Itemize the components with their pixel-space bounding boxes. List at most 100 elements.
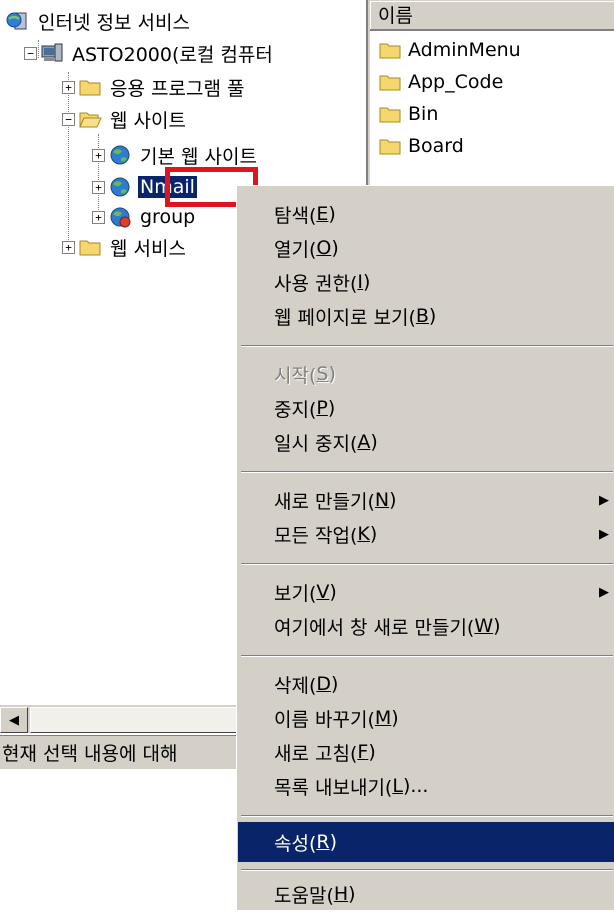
status-text: 현재 선택 내용에 대해 [2,743,178,765]
menu-item-new-window[interactable]: 여기에서 창 새로 만들기(W) [238,606,614,646]
menu-label-suffix: ) [329,581,337,603]
folder-open-icon [79,112,102,128]
tree-item-iis-root[interactable]: 인터넷 정보 서비스 [6,6,192,36]
context-menu: 탐색(E) 열기(O) 사용 권한(I) 웹 페이지로 보기(B) 시작(S) … [236,185,614,910]
menu-separator [241,563,613,565]
menu-label: 웹 페이지로 보기( [274,306,416,329]
menu-label-suffix: ) [327,397,336,419]
globe-icon [110,177,130,197]
menu-label: 속성( [274,832,317,855]
computer-icon [41,43,63,62]
tree-label: 인터넷 정보 서비스 [38,11,190,34]
menu-label-suffix: ) [370,431,378,453]
tree-label: 응용 프로그램 풀 [110,77,245,100]
menu-label-suffix: ) [391,707,399,729]
submenu-arrow-icon: ▶ [599,584,609,600]
list-item[interactable]: Bin [378,98,438,130]
list-item[interactable]: AdminMenu [378,34,521,66]
tree-label: ASTO2000(로컬 컴퓨터 [72,43,273,66]
menu-mnemonic: R [316,831,330,853]
menu-item-browse[interactable]: 웹 페이지로 보기(B) [238,296,614,336]
menu-item-pause[interactable]: 일시 중지(A) [238,422,614,462]
list-item-label: Board [408,135,464,157]
menu-label: 모든 작업( [274,524,358,547]
expand-icon[interactable]: + [62,240,75,254]
tree-item-web-services[interactable]: + 웹 서비스 [62,232,188,262]
tree-item-default-site[interactable]: + 기본 웹 사이트 [92,140,259,170]
list-item[interactable]: App_Code [378,66,503,98]
menu-label: 시작( [274,364,317,387]
tree-label: group [140,206,196,228]
menu-item-export-list[interactable]: 목록 내보내기(L)... [238,766,614,806]
list-item-label: Bin [408,103,439,125]
menu-label-suffix: ) [369,523,378,545]
folder-icon [379,75,401,91]
folder-icon [379,107,401,123]
column-header-name[interactable]: 이름 [370,1,614,30]
menu-mnemonic: W [474,615,494,637]
menu-label-suffix: ) [329,831,337,853]
menu-item-all-tasks[interactable]: 모든 작업(K) ▶ [238,514,614,554]
list-pane[interactable]: 이름 AdminMenu App_Code Bin Board [368,0,614,190]
iis-server-icon [6,12,27,30]
menu-mnemonic: E [316,203,329,225]
list-item[interactable]: Board [378,130,464,162]
expand-icon[interactable]: + [92,180,105,194]
menu-label-suffix: ) [368,741,376,763]
menu-label: 이름 바꾸기( [274,708,375,731]
expand-icon[interactable]: + [92,148,105,162]
menu-separator [241,655,613,657]
tree-label: 웹 서비스 [110,237,186,260]
menu-label-suffix: ) [328,363,336,385]
menu-separator [241,471,613,473]
expand-icon[interactable]: + [92,210,105,224]
folder-icon [79,80,101,96]
menu-separator [241,345,613,347]
menu-label: 보기( [274,582,317,605]
menu-label-suffix: ) [493,615,501,637]
menu-label-suffix: ) [389,489,397,511]
menu-label-suffix: ) [362,271,371,293]
menu-mnemonic: A [357,431,371,453]
collapse-icon[interactable]: − [24,46,37,60]
menu-label: 열기( [274,238,317,261]
menu-mnemonic: D [316,673,332,695]
submenu-arrow-icon: ▶ [599,492,609,508]
menu-label-suffix: ) [328,203,336,225]
menu-label: 여기에서 창 새로 만들기( [274,616,475,639]
tree-item-app-pools[interactable]: + 응용 프로그램 풀 [62,72,246,102]
menu-mnemonic: N [374,489,390,511]
list-item-label: AdminMenu [408,39,521,61]
menu-item-properties[interactable]: 속성(R) [238,822,614,862]
menu-label-suffix: ) [331,237,339,259]
triangle-left-icon: ◀ [9,712,19,728]
menu-label: 도움말( [274,884,334,907]
tree-item-web-sites[interactable]: − 웹 사이트 [62,104,188,134]
menu-mnemonic: O [316,237,332,259]
menu-mnemonic: B [415,305,429,327]
menu-label-suffix: )... [402,775,429,797]
menu-separator [241,815,613,817]
globe-stopped-icon [110,207,131,228]
menu-mnemonic: M [374,707,392,729]
folder-icon [79,240,101,256]
menu-mnemonic: K [357,523,370,545]
column-header-bar: 이름 [370,0,614,31]
submenu-arrow-icon: ▶ [599,526,609,542]
menu-item-help[interactable]: 도움말(H) [238,874,614,914]
expand-icon[interactable]: + [62,80,75,94]
folder-icon [379,43,401,59]
menu-mnemonic: V [316,581,330,603]
menu-mnemonic: L [392,775,403,797]
menu-label: 새로 만들기( [274,490,375,513]
menu-label: 중지( [274,398,317,421]
menu-separator [241,869,613,871]
scroll-left-button[interactable]: ◀ [0,707,28,733]
globe-icon [110,145,130,165]
tree-label: 기본 웹 사이트 [140,145,257,168]
collapse-icon[interactable]: − [62,112,75,126]
menu-mnemonic: P [316,397,328,419]
menu-label: 새로 고침( [274,742,358,765]
menu-label: 일시 중지( [274,432,358,455]
tree-item-computer[interactable]: − ASTO2000(로컬 컴퓨터 [24,38,275,68]
